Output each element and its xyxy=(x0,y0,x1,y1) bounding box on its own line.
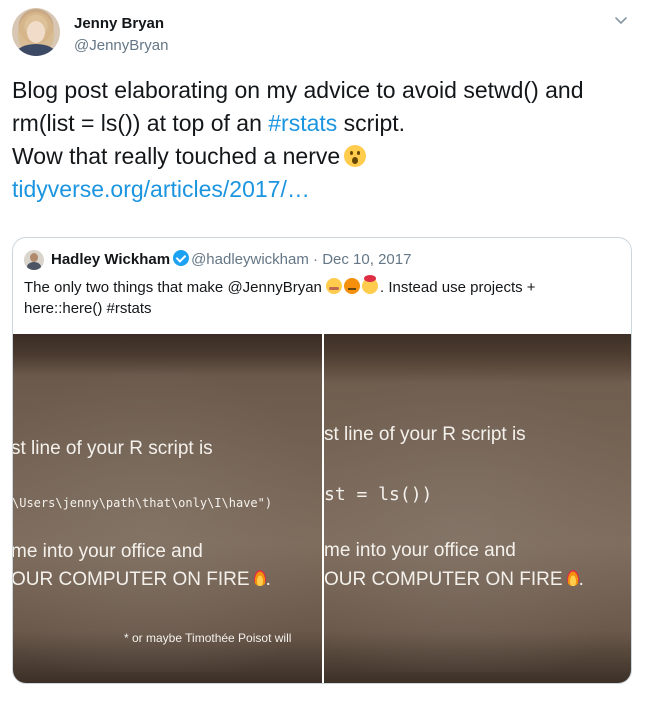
verified-badge-icon xyxy=(173,250,190,266)
tweet-line-1: Blog post elaborating on my advice to av… xyxy=(12,77,584,103)
astonished-face-emoji-icon xyxy=(344,145,367,167)
slide-right-line-4: OUR COMPUTER ON FIRE. xyxy=(324,569,584,591)
slide-photo-right[interactable]: st line of your R script is st = ls()) m… xyxy=(324,334,631,683)
tweet-line-2: rm(list = ls()) at top of an #rstats scr… xyxy=(12,107,634,140)
exploding-head-emoji-icon xyxy=(362,275,379,294)
screen-glow xyxy=(324,362,631,672)
author-avatar[interactable] xyxy=(12,8,60,56)
screen-glow xyxy=(13,362,322,672)
quoted-tweet-date[interactable]: Dec 10, 2017 xyxy=(322,251,411,268)
slide-left-line-3: me into your office and xyxy=(13,541,203,562)
slide-right-line-2: st = ls()) xyxy=(324,484,433,505)
quoted-tweet-header: Hadley Wickham @hadleywickham · Dec 10, 2… xyxy=(51,250,411,270)
steam-face-emoji-icon xyxy=(326,278,343,294)
slide-right-line-1: st line of your R script is xyxy=(324,424,526,445)
hashtag-rstats-link[interactable]: #rstats xyxy=(268,110,337,136)
quoted-tweet-card[interactable]: Hadley Wickham @hadleywickham · Dec 10, 2… xyxy=(12,237,632,684)
slide-left-footnote: * or maybe Timothée Poisot will xyxy=(124,631,292,645)
meta-separator: · xyxy=(308,251,323,268)
slide-right-line-4-text: OUR COMPUTER ON FIRE xyxy=(324,569,563,590)
slide-left-line-1: st line of your R script is xyxy=(13,438,213,459)
slide-right-line-4-end: . xyxy=(578,569,584,590)
angry-face-emoji-icon xyxy=(344,278,361,294)
quoted-text-start: The only two things that make @JennyBrya… xyxy=(24,279,327,296)
quoted-author-avatar[interactable] xyxy=(24,250,44,270)
quoted-author-name[interactable]: Hadley Wickham xyxy=(51,251,170,268)
author-handle[interactable]: @JennyBryan xyxy=(74,37,168,54)
quoted-text-line-2: here::here() #rstats xyxy=(24,300,152,317)
tweet-line-2-end: script. xyxy=(337,110,406,136)
quoted-tweet-text: The only two things that make @JennyBrya… xyxy=(24,275,620,319)
tweet-text: Blog post elaborating on my advice to av… xyxy=(12,74,634,206)
tweet-line-3: Wow that really touched a nerve xyxy=(12,140,634,173)
slide-left-line-4-text: OUR COMPUTER ON FIRE xyxy=(13,569,250,590)
quoted-text-end: . Instead use projects + xyxy=(380,279,536,296)
slide-right-line-3: me into your office and xyxy=(324,540,516,561)
slide-left-line-2: \Users\jenny\path\that\only\I\have") xyxy=(13,496,273,510)
slide-left-line-4-end: . xyxy=(265,569,271,590)
chevron-down-icon[interactable] xyxy=(612,12,630,30)
fire-emoji-icon xyxy=(253,570,266,586)
article-link[interactable]: tidyverse.org/articles/2017/… xyxy=(12,173,634,206)
avatar-face xyxy=(27,21,45,43)
fire-emoji-icon xyxy=(566,570,579,586)
slide-left-line-4: OUR COMPUTER ON FIRE. xyxy=(13,569,271,591)
quoted-author-handle[interactable]: @hadleywickham xyxy=(191,251,309,268)
tweet-header: Jenny Bryan @JennyBryan xyxy=(12,8,634,64)
tweet-line-2-text: rm(list = ls()) at top of an xyxy=(12,110,269,136)
author-name[interactable]: Jenny Bryan xyxy=(74,15,164,32)
slide-photo-left[interactable]: st line of your R script is \Users\jenny… xyxy=(13,334,322,683)
quoted-photos: st line of your R script is \Users\jenny… xyxy=(13,334,631,683)
tweet-line-3-text: Wow that really touched a nerve xyxy=(12,143,341,169)
